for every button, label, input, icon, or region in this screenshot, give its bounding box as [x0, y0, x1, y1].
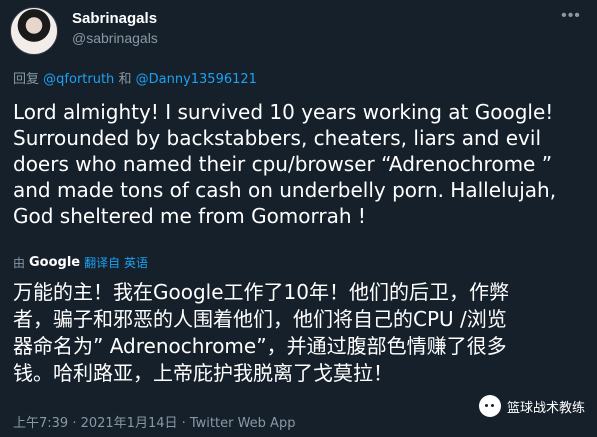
display-name[interactable]: Sabrinagals [72, 10, 157, 27]
mention-link[interactable]: @Danny13596121 [136, 72, 257, 87]
tweet-timestamp[interactable]: 上午7:39 · 2021年1月14日 · Twitter Web App [13, 412, 295, 431]
translation-attribution: 由 Google 翻译自 英语 [13, 254, 148, 271]
wechat-icon [478, 395, 501, 417]
reply-prefix: 回复 [13, 72, 40, 87]
wechat-watermark: 篮球战术教练 [478, 395, 585, 417]
mention-link[interactable]: @qfortruth [43, 72, 114, 87]
more-dots-icon[interactable]: ••• [561, 8, 581, 24]
tweet-card: Sabrinagals @sabrinagals ••• 回复 @qfortru… [0, 0, 597, 437]
translated-from-link[interactable]: 翻译自 英语 [84, 254, 148, 271]
reply-context: 回复 @qfortruth 和 @Danny13596121 [13, 68, 257, 87]
avatar[interactable] [10, 7, 58, 55]
reply-conjunction: 和 [118, 72, 132, 87]
watermark-label: 篮球战术教练 [506, 400, 585, 416]
google-logo: Google [29, 255, 81, 270]
translation-by-label: 由 [13, 256, 26, 270]
tweet-text: Lord almighty! I survived 10 years worki… [13, 100, 557, 228]
user-handle[interactable]: @sabrinagals [72, 30, 158, 46]
translated-text: 万能的主！我在Google工作了10年！他们的后卫，作弊 者，骗子和邪恶的人围着… [13, 280, 509, 385]
